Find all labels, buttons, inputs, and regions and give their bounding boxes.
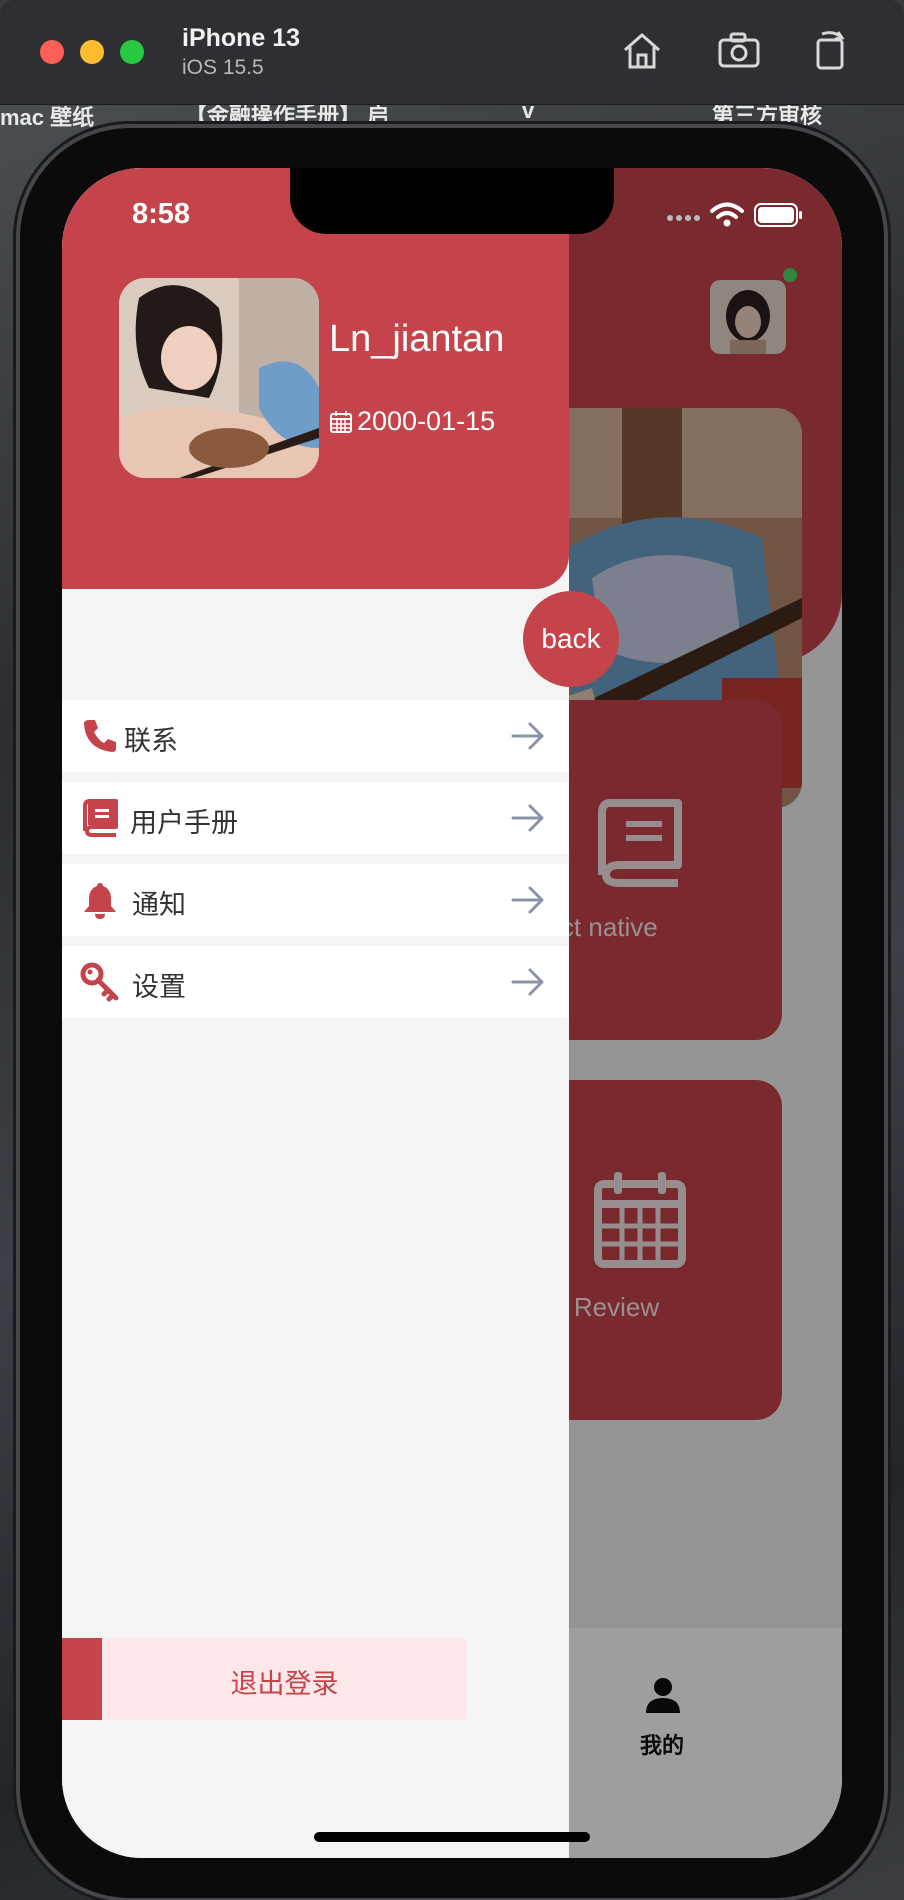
username: Ln_jiantan (329, 318, 505, 360)
rotate-icon[interactable] (808, 28, 854, 74)
birthday: 2000-01-15 (329, 406, 495, 437)
logout-label: 退出登录 (230, 1669, 339, 1699)
key-icon (80, 962, 119, 1002)
cellular-signal-icon (667, 215, 700, 221)
home-indicator (314, 1832, 590, 1842)
side-drawer: Ln_jiantan 2000-01-15 联系 用户手册 通知 设置 退出登录 (62, 168, 569, 1858)
book-icon (83, 799, 118, 837)
battery-icon (754, 203, 802, 227)
bell-icon (84, 883, 116, 919)
calendar-icon (330, 410, 352, 433)
arrow-right-icon (511, 886, 544, 914)
status-time: 8:58 (132, 198, 191, 230)
notch (290, 168, 614, 234)
menu-item-label: 用户手册 (130, 808, 238, 838)
menu-item-label: 设置 (132, 972, 186, 1002)
arrow-right-icon (511, 722, 544, 750)
menu-item-user-manual[interactable]: 用户手册 (62, 782, 569, 854)
minimize-window-button[interactable] (80, 40, 104, 64)
phone-icon (84, 720, 116, 752)
avatar[interactable] (119, 278, 319, 478)
simulator-titlebar: iPhone 13 iOS 15.5 (0, 0, 904, 105)
phone-screen: eact native My Review 我的 Ln_jiantan 2000… (62, 168, 842, 1858)
arrow-right-icon (511, 968, 544, 996)
os-version: iOS 15.5 (182, 56, 264, 79)
back-button[interactable]: back (523, 591, 619, 687)
menu-item-settings[interactable]: 设置 (62, 946, 569, 1018)
logout-button[interactable]: 退出登录 (62, 1638, 467, 1720)
menu-item-contact[interactable]: 联系 (62, 700, 569, 772)
home-icon[interactable] (619, 28, 665, 74)
menu-item-notifications[interactable]: 通知 (62, 864, 569, 936)
screenshot-icon[interactable] (716, 28, 762, 74)
wifi-icon (710, 202, 744, 227)
close-window-button[interactable] (40, 40, 64, 64)
menu-item-label: 联系 (124, 726, 178, 756)
arrow-right-icon (511, 804, 544, 832)
birthday-text: 2000-01-15 (357, 406, 496, 436)
zoom-window-button[interactable] (120, 40, 144, 64)
device-name: iPhone 13 (182, 24, 301, 52)
menu-item-label: 通知 (132, 890, 186, 920)
logout-accent-bar (62, 1638, 102, 1720)
